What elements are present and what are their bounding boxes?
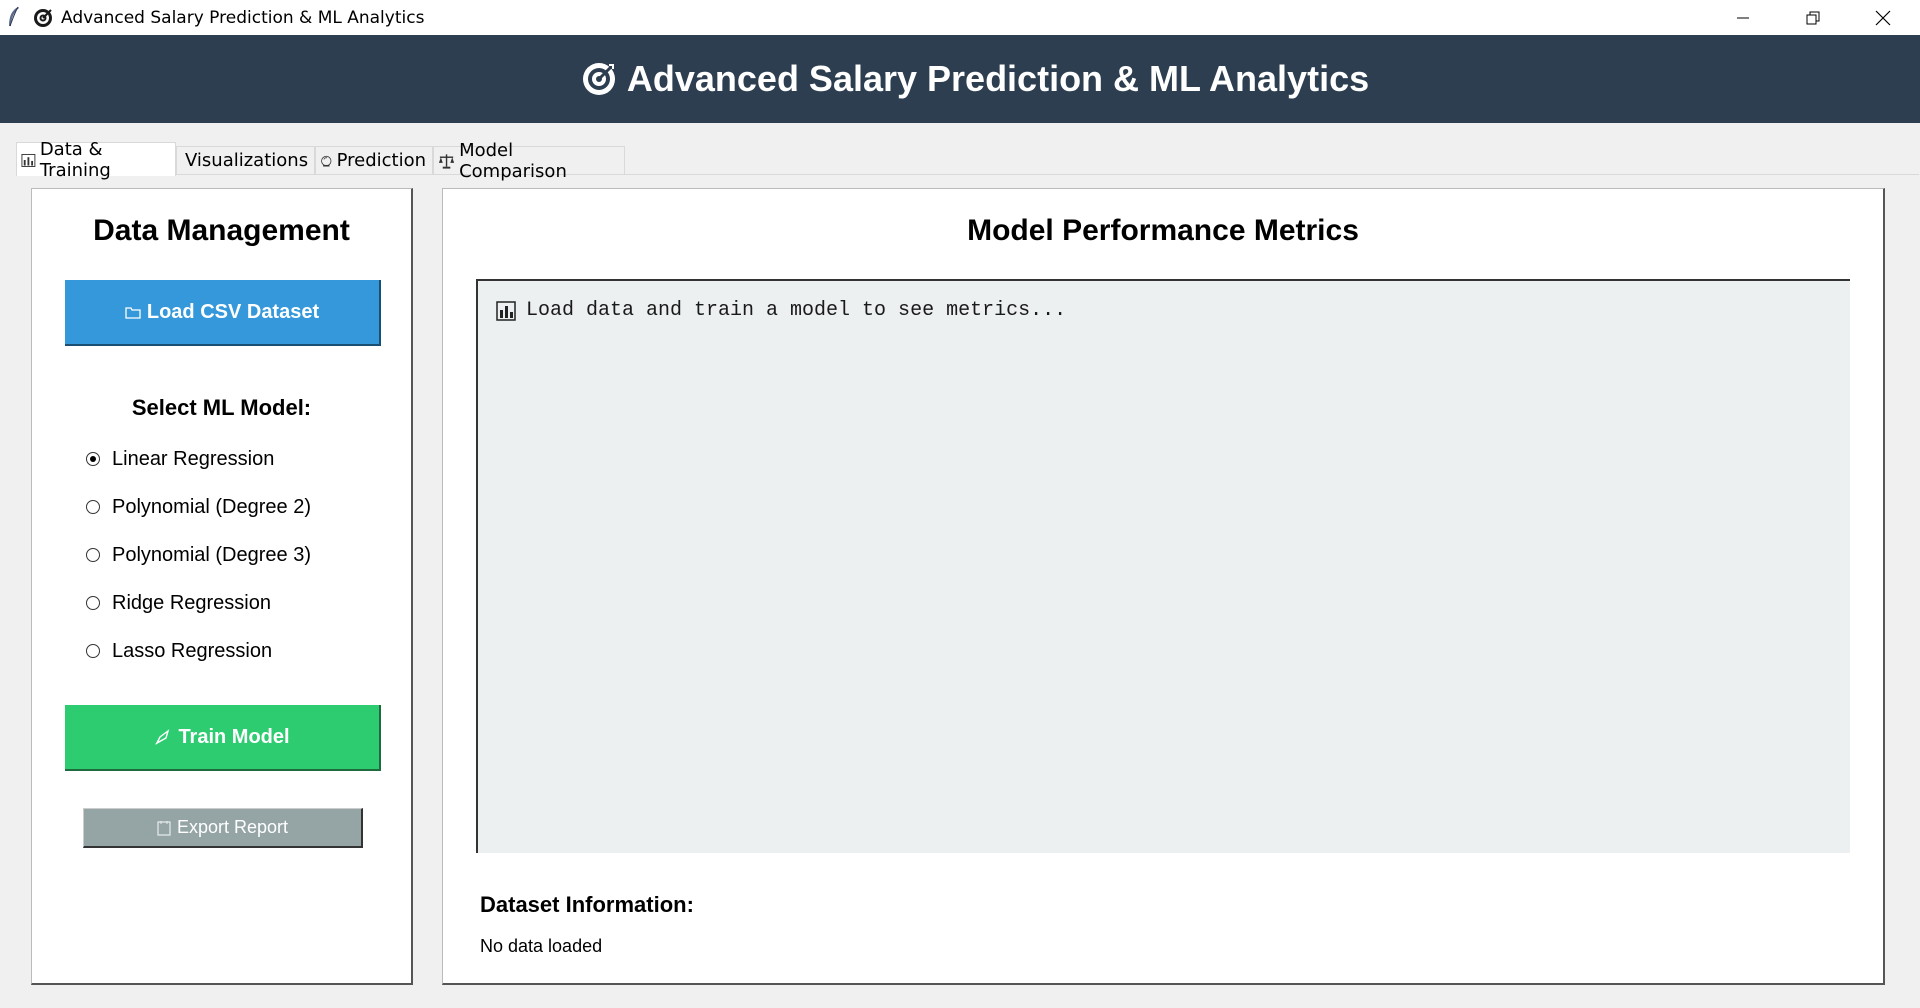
minimize-icon bbox=[1737, 17, 1749, 18]
model-option-label: Ridge Regression bbox=[112, 591, 271, 614]
target-icon bbox=[582, 63, 615, 95]
close-icon bbox=[1875, 10, 1891, 25]
load-csv-label: Load CSV Dataset bbox=[146, 300, 320, 323]
document-icon bbox=[157, 820, 171, 836]
bar-chart-icon bbox=[21, 153, 36, 167]
model-option-label: Lasso Regression bbox=[112, 639, 273, 662]
radio-button[interactable] bbox=[86, 452, 100, 466]
model-option-label: Linear Regression bbox=[112, 447, 275, 470]
target-icon bbox=[34, 9, 52, 27]
tab-prediction[interactable]: Prediction bbox=[315, 146, 433, 174]
tab-label: Visualizations bbox=[185, 150, 309, 171]
tab-label: Prediction bbox=[336, 150, 426, 171]
window-title: Advanced Salary Prediction & ML Analytic… bbox=[61, 8, 425, 28]
window-titlebar: Advanced Salary Prediction & ML Analytic… bbox=[0, 0, 1920, 35]
model-option-poly2[interactable]: Polynomial (Degree 2) bbox=[86, 492, 311, 522]
dataset-info-label: Dataset Information: bbox=[480, 892, 694, 917]
export-report-button[interactable]: Export Report bbox=[83, 808, 363, 848]
tab-label: Model Comparison bbox=[459, 139, 567, 182]
export-report-label: Export Report bbox=[176, 817, 289, 837]
scales-icon bbox=[438, 153, 455, 169]
tab-label: Data & Training bbox=[39, 138, 111, 181]
metrics-title: Model Performance Metrics bbox=[967, 214, 1359, 247]
restore-button[interactable] bbox=[1778, 0, 1848, 35]
data-management-panel: Data Management Load CSV Dataset Select … bbox=[31, 188, 413, 985]
model-option-linear[interactable]: Linear Regression bbox=[86, 444, 274, 474]
folder-icon bbox=[125, 307, 141, 319]
train-model-button[interactable]: Train Model bbox=[65, 705, 381, 771]
radio-button[interactable] bbox=[86, 596, 100, 610]
dataset-info-value: No data loaded bbox=[480, 936, 603, 956]
crystal-ball-icon bbox=[321, 155, 332, 167]
tab-data-training[interactable]: Data & Training bbox=[16, 139, 176, 181]
restore-icon bbox=[1806, 11, 1820, 24]
metrics-output[interactable]: Load data and train a model to see metri… bbox=[476, 279, 1850, 853]
bar-chart-icon bbox=[496, 300, 516, 321]
radio-button[interactable] bbox=[86, 644, 100, 658]
radio-button[interactable] bbox=[86, 500, 100, 514]
close-button[interactable] bbox=[1848, 0, 1918, 35]
model-option-poly3[interactable]: Polynomial (Degree 3) bbox=[86, 540, 311, 570]
minimize-button[interactable] bbox=[1708, 0, 1778, 35]
model-option-label: Polynomial (Degree 2) bbox=[112, 495, 311, 518]
metrics-placeholder: Load data and train a model to see metri… bbox=[496, 299, 1066, 322]
radio-button[interactable] bbox=[86, 548, 100, 562]
metrics-panel: Model Performance Metrics Load data and … bbox=[442, 188, 1885, 985]
load-csv-button[interactable]: Load CSV Dataset bbox=[65, 280, 381, 346]
model-option-label: Polynomial (Degree 3) bbox=[112, 543, 311, 566]
model-option-lasso[interactable]: Lasso Regression bbox=[86, 636, 272, 666]
data-management-title: Data Management bbox=[93, 214, 350, 247]
tab-visualizations[interactable]: Visualizations bbox=[176, 146, 315, 174]
rocket-icon bbox=[155, 729, 170, 745]
tab-model-comparison[interactable]: Model Comparison bbox=[433, 140, 625, 182]
select-model-label: Select ML Model: bbox=[131, 395, 312, 420]
page-title: Advanced Salary Prediction & ML Analytic… bbox=[626, 58, 1370, 99]
feather-icon bbox=[9, 6, 19, 27]
metrics-placeholder-text: Load data and train a model to see metri… bbox=[526, 299, 1067, 322]
train-model-label: Train Model bbox=[178, 725, 290, 748]
app-header: Advanced Salary Prediction & ML Analytic… bbox=[0, 35, 1920, 123]
model-option-ridge[interactable]: Ridge Regression bbox=[86, 588, 271, 618]
